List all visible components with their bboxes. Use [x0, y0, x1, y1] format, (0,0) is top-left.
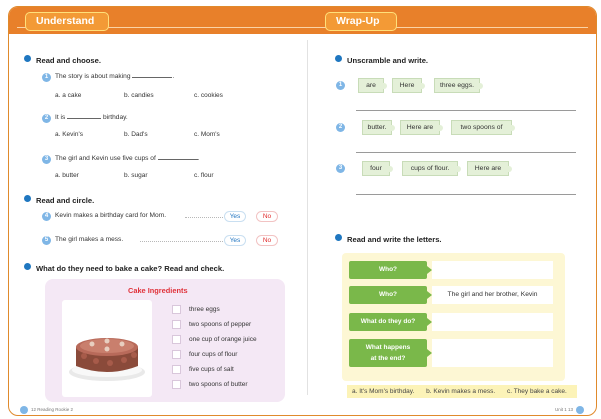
option-b[interactable]: b. candies	[124, 92, 154, 99]
option-c[interactable]: c. Mom's	[194, 131, 220, 138]
number-badge: 5	[42, 236, 51, 245]
column-divider	[307, 40, 308, 395]
yes-button[interactable]: Yes	[224, 235, 246, 246]
question-2: 2 It is birthday.	[42, 113, 128, 123]
number-badge: 1	[42, 73, 51, 82]
option-c[interactable]: c. cookies	[194, 92, 223, 99]
number-badge: 3	[42, 155, 51, 164]
answer-who[interactable]	[432, 261, 553, 279]
checkbox[interactable]	[172, 320, 181, 329]
heading-read-and-check: What do they need to bake a cake? Read a…	[24, 263, 224, 273]
number-badge: 2	[42, 114, 51, 123]
option-b[interactable]: b. sugar	[124, 172, 148, 179]
panel-title: Cake Ingredients	[128, 286, 188, 295]
bullet-icon	[24, 263, 31, 270]
option-a[interactable]: a. Kevin's	[55, 131, 83, 138]
question-1: 1 The story is about making .	[42, 72, 174, 82]
cake-illustration	[69, 338, 145, 381]
no-button[interactable]: No	[256, 235, 278, 246]
answer-blank[interactable]	[67, 113, 102, 119]
footer-right: Unit 1 13	[555, 406, 587, 414]
footer-left: 12 Reading Rookie 2	[17, 406, 73, 414]
checkbox[interactable]	[172, 365, 181, 374]
heading-read-and-choose: Read and choose.	[24, 55, 101, 65]
label-who: Who?	[349, 261, 432, 279]
label-what-happens: What happens at the end?	[349, 339, 432, 367]
checkbox[interactable]	[172, 380, 181, 389]
tab-wrap-up: Wrap-Up	[325, 12, 397, 31]
circle-item-4: 4 Kevin makes a birthday card for Mom.	[42, 212, 166, 221]
answer-blank[interactable]	[157, 154, 198, 160]
choice-b: b. Kevin makes a mess.	[426, 388, 496, 395]
word-tile[interactable]: Here are	[467, 161, 512, 176]
bullet-icon	[335, 55, 342, 62]
label-what-do-they-do: What do they do?	[349, 313, 432, 331]
unit-label: Unit 1	[554, 407, 567, 413]
checkbox[interactable]	[172, 335, 181, 344]
writing-line[interactable]	[356, 110, 576, 111]
page-number-right: 13	[567, 407, 573, 413]
word-tile[interactable]: are	[358, 78, 387, 93]
choice-c: c. They bake a cake.	[506, 388, 567, 395]
answer-what-happens[interactable]	[432, 339, 553, 367]
option-a[interactable]: a. a cake	[55, 92, 81, 99]
checkbox[interactable]	[172, 350, 181, 359]
option-c[interactable]: c. flour	[194, 172, 214, 179]
word-tile[interactable]: Here	[392, 78, 425, 93]
yes-button[interactable]: Yes	[224, 211, 246, 222]
writing-line[interactable]	[356, 194, 576, 195]
word-tile[interactable]: three eggs.	[434, 78, 483, 93]
option-b[interactable]: b. Dad's	[124, 131, 148, 138]
answer-choices: a. It's Mom's birthday. b. Kevin makes a…	[347, 385, 577, 398]
page-number-dot	[576, 406, 584, 414]
word-tile[interactable]: Here are	[400, 120, 443, 135]
answer-who-2[interactable]: The girl and her brother, Kevin	[432, 286, 553, 304]
word-tile[interactable]: two spoons of	[451, 120, 515, 135]
bullet-icon	[24, 195, 31, 202]
word-tile[interactable]: four	[362, 161, 393, 176]
word-tile[interactable]: cups of flour.	[402, 161, 461, 176]
bullet-icon	[335, 234, 342, 241]
dotted-leader	[140, 241, 223, 242]
heading-unscramble: Unscramble and write.	[335, 55, 428, 65]
answer-blank[interactable]	[132, 72, 173, 78]
writing-line[interactable]	[356, 152, 576, 153]
heading-read-and-circle: Read and circle.	[24, 195, 94, 205]
answer-what-do-they-do[interactable]	[432, 313, 553, 331]
checkbox[interactable]	[172, 305, 181, 314]
option-a[interactable]: a. butter	[55, 172, 79, 179]
question-3: 3 The girl and Kevin use five cups of .	[42, 154, 199, 164]
bullet-icon	[24, 55, 31, 62]
number-badge: 4	[42, 212, 51, 221]
page-number-dot	[20, 406, 28, 414]
page-number-left: 12	[31, 407, 37, 413]
tab-understand: Understand	[25, 12, 109, 31]
label-who-2: Who?	[349, 286, 432, 304]
number-badge: 1	[336, 81, 345, 90]
number-badge: 2	[336, 123, 345, 132]
dotted-leader	[185, 217, 223, 218]
heading-read-and-write: Read and write the letters.	[335, 234, 442, 244]
no-button[interactable]: No	[256, 211, 278, 222]
circle-item-5: 5 The girl makes a mess.	[42, 236, 123, 245]
choice-a: a. It's Mom's birthday.	[352, 388, 415, 395]
cake-image	[62, 300, 152, 397]
word-tile[interactable]: butter.	[362, 120, 395, 135]
number-badge: 3	[336, 164, 345, 173]
book-title: Reading Rookie 2	[37, 407, 74, 413]
